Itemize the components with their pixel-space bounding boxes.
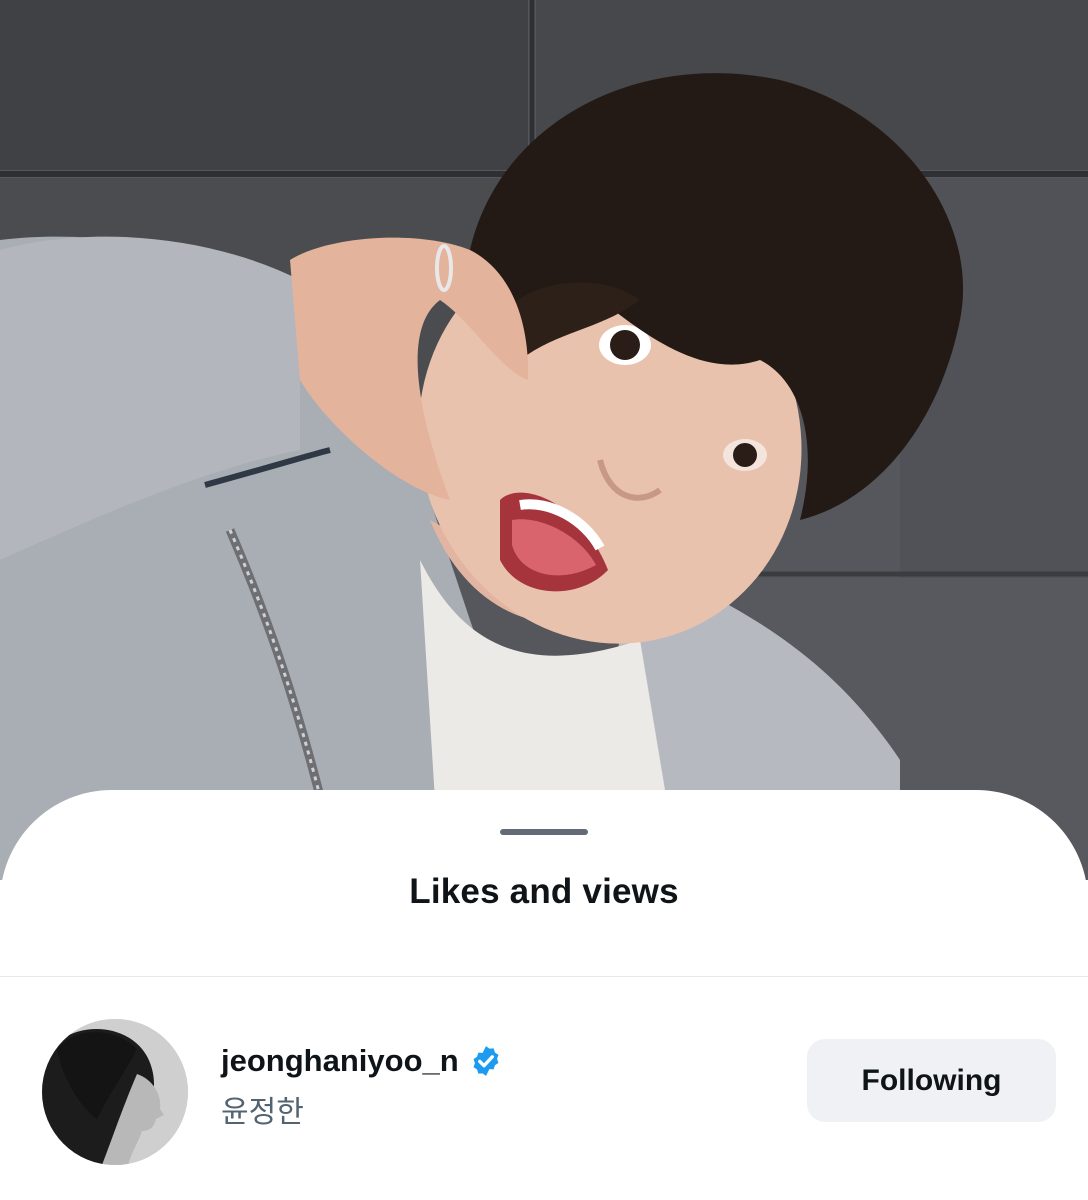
user-names: jeonghaniyoo_n 윤정한: [221, 1039, 503, 1131]
sheet-grabber-handle[interactable]: [500, 829, 588, 835]
user-display-name: 윤정한: [221, 1096, 304, 1129]
user-list-item[interactable]: jeonghaniyoo_n 윤정한 Following: [0, 1007, 1088, 1177]
divider: [0, 976, 1088, 977]
background-photo: [0, 0, 1088, 880]
sheet-title: Likes and views: [409, 872, 679, 911]
following-button[interactable]: Following: [807, 1039, 1056, 1122]
screen: Likes and views jeonghaniyoo_n 윤정한 Follo…: [0, 0, 1088, 1200]
verified-badge-icon: [469, 1044, 503, 1078]
likes-and-views-sheet: Likes and views jeonghaniyoo_n 윤정한 Follo…: [0, 790, 1088, 1200]
avatar[interactable]: [42, 1019, 188, 1165]
username-handle[interactable]: jeonghaniyoo_n: [221, 1043, 459, 1079]
handle-line: jeonghaniyoo_n: [221, 1039, 503, 1083]
